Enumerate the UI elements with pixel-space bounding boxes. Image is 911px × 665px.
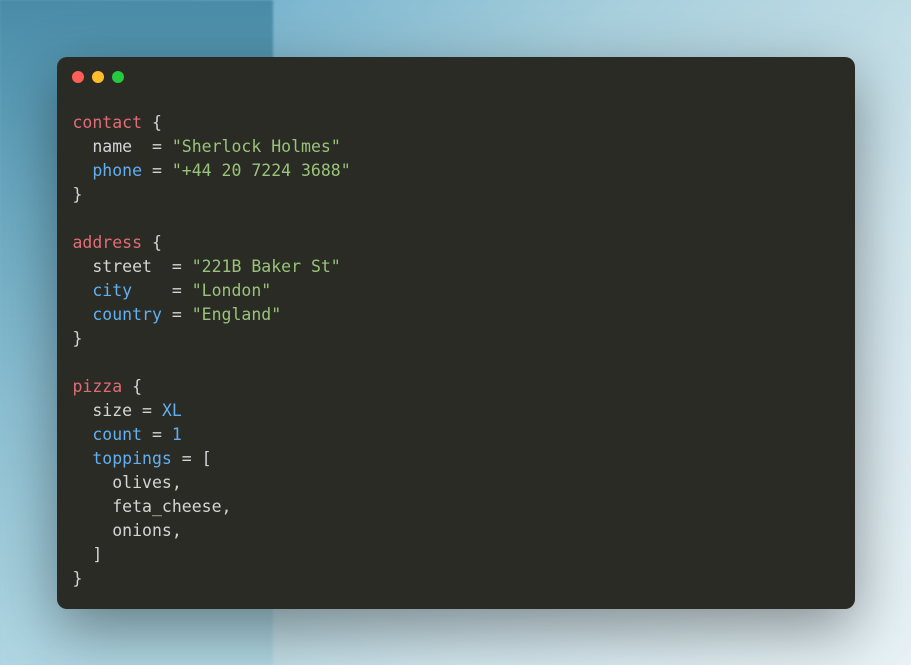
equals: =: [142, 425, 172, 444]
key-street: street: [92, 257, 152, 276]
val-name: "Sherlock Holmes": [172, 137, 341, 156]
equals: =: [142, 161, 172, 180]
topping-feta: feta_cheese: [112, 497, 221, 516]
comma: ,: [172, 473, 182, 492]
keyword-address: address: [73, 233, 143, 252]
equals: =: [132, 281, 192, 300]
key-name: name: [92, 137, 132, 156]
key-country: country: [92, 305, 162, 324]
comma: ,: [222, 497, 232, 516]
equals: =: [172, 449, 202, 468]
key-phone: phone: [92, 161, 142, 180]
close-icon[interactable]: [72, 71, 84, 83]
keyword-pizza: pizza: [73, 377, 123, 396]
equals: =: [162, 305, 192, 324]
bracket-close: ]: [92, 545, 102, 564]
topping-onions: onions: [112, 521, 172, 540]
key-size: size: [92, 401, 132, 420]
val-phone: "+44 20 7224 3688": [172, 161, 351, 180]
keyword-contact: contact: [73, 113, 143, 132]
key-city: city: [92, 281, 132, 300]
bracket-open: [: [202, 449, 212, 468]
brace-close: }: [73, 185, 83, 204]
equals: =: [132, 401, 162, 420]
equals: =: [152, 257, 192, 276]
code-window: contact { name = "Sherlock Holmes" phone…: [57, 57, 855, 609]
brace-open: {: [152, 113, 162, 132]
topping-olives: olives: [112, 473, 172, 492]
comma: ,: [172, 521, 182, 540]
key-toppings: toppings: [92, 449, 171, 468]
brace-open: {: [132, 377, 142, 396]
key-count: count: [92, 425, 142, 444]
val-count: 1: [172, 425, 182, 444]
brace-close: }: [73, 569, 83, 588]
val-country: "England": [192, 305, 281, 324]
minimize-icon[interactable]: [92, 71, 104, 83]
brace-close: }: [73, 329, 83, 348]
val-street: "221B Baker St": [192, 257, 341, 276]
val-size: XL: [162, 401, 182, 420]
maximize-icon[interactable]: [112, 71, 124, 83]
brace-open: {: [152, 233, 162, 252]
equals: =: [132, 137, 172, 156]
val-city: "London": [192, 281, 271, 300]
code-content: contact { name = "Sherlock Holmes" phone…: [57, 97, 855, 605]
window-titlebar: [57, 57, 855, 97]
